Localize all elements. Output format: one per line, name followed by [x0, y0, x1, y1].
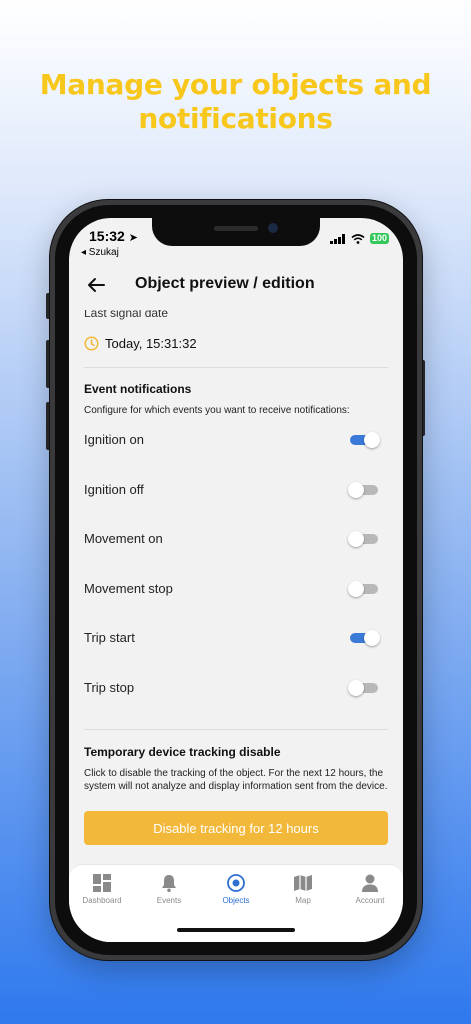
- notification-row-ignition-on: Ignition on: [84, 428, 380, 452]
- toggle-trip-start[interactable]: [350, 630, 380, 646]
- notification-label: Movement stop: [84, 581, 173, 596]
- home-indicator[interactable]: [177, 928, 295, 932]
- scroll-content: Last signal date Today, 15:31:32 Event n…: [69, 310, 403, 862]
- wifi-icon: [351, 233, 365, 244]
- last-signal-row: Today, 15:31:32: [84, 336, 197, 351]
- divider: [84, 729, 388, 730]
- signal-icon: [329, 233, 345, 244]
- phone-speaker: [214, 226, 258, 231]
- event-notifications-title: Event notifications: [84, 382, 192, 396]
- phone-notch: [152, 218, 320, 246]
- dashboard-icon: [93, 874, 111, 892]
- status-time: 15:32 ➤: [89, 228, 138, 244]
- event-notifications-description: Configure for which events you want to r…: [84, 405, 350, 416]
- divider: [84, 367, 388, 368]
- toggle-movement-on[interactable]: [348, 531, 380, 547]
- tracking-disable-title: Temporary device tracking disable: [84, 745, 281, 759]
- tab-label: Objects: [222, 896, 250, 905]
- app-screen: 15:32 ➤ ◂ Szukaj 100 Object preview / ed…: [69, 218, 403, 942]
- notification-label: Trip start: [84, 630, 135, 645]
- disable-tracking-button[interactable]: Disable tracking for 12 hours: [84, 811, 388, 845]
- user-icon: [362, 874, 378, 892]
- back-arrow-icon[interactable]: [85, 274, 107, 296]
- notification-label: Movement on: [84, 531, 163, 546]
- toggle-movement-stop[interactable]: [348, 581, 380, 597]
- notification-label: Ignition off: [84, 482, 144, 497]
- last-signal-label: Last signal date: [84, 310, 169, 320]
- notification-row-movement-on: Movement on: [84, 527, 380, 551]
- clock-icon: [84, 336, 99, 351]
- map-icon: [294, 875, 312, 891]
- tab-label: Events: [156, 896, 182, 905]
- tab-map[interactable]: Map: [270, 873, 336, 909]
- page-title: Object preview / edition: [135, 275, 315, 292]
- notification-label: Trip stop: [84, 680, 135, 695]
- notification-row-trip-stop: Trip stop: [84, 676, 380, 700]
- tracking-disable-description: Click to disable the tracking of the obj…: [84, 768, 388, 792]
- tab-objects[interactable]: Objects: [203, 873, 269, 909]
- toggle-ignition-on[interactable]: [350, 432, 380, 448]
- app-header: Object preview / edition: [69, 266, 403, 306]
- toggle-trip-stop[interactable]: [348, 680, 380, 696]
- notification-label: Ignition on: [84, 432, 144, 447]
- location-arrow-icon: ➤: [128, 232, 138, 244]
- notification-row-ignition-off: Ignition off: [84, 478, 380, 502]
- target-icon: [227, 874, 245, 892]
- tab-dashboard[interactable]: Dashboard: [69, 873, 135, 909]
- notification-row-trip-start: Trip start: [84, 626, 380, 650]
- tab-events[interactable]: Events: [136, 873, 202, 909]
- status-time-text: 15:32: [89, 228, 125, 244]
- tab-account[interactable]: Account: [337, 873, 403, 909]
- battery-icon: 100: [369, 233, 389, 244]
- tab-label: Map: [295, 896, 311, 905]
- last-signal-value: Today, 15:31:32: [105, 336, 197, 351]
- notification-row-movement-stop: Movement stop: [84, 577, 380, 601]
- status-icons: 100: [329, 233, 389, 244]
- headline: Manage your objects and notifications: [39, 68, 432, 135]
- phone-camera: [268, 223, 278, 233]
- tab-label: Account: [355, 896, 385, 905]
- toggle-ignition-off[interactable]: [348, 482, 380, 498]
- status-back-to-app[interactable]: ◂ Szukaj: [81, 247, 119, 258]
- tab-label: Dashboard: [82, 896, 122, 905]
- bell-icon: [162, 875, 176, 893]
